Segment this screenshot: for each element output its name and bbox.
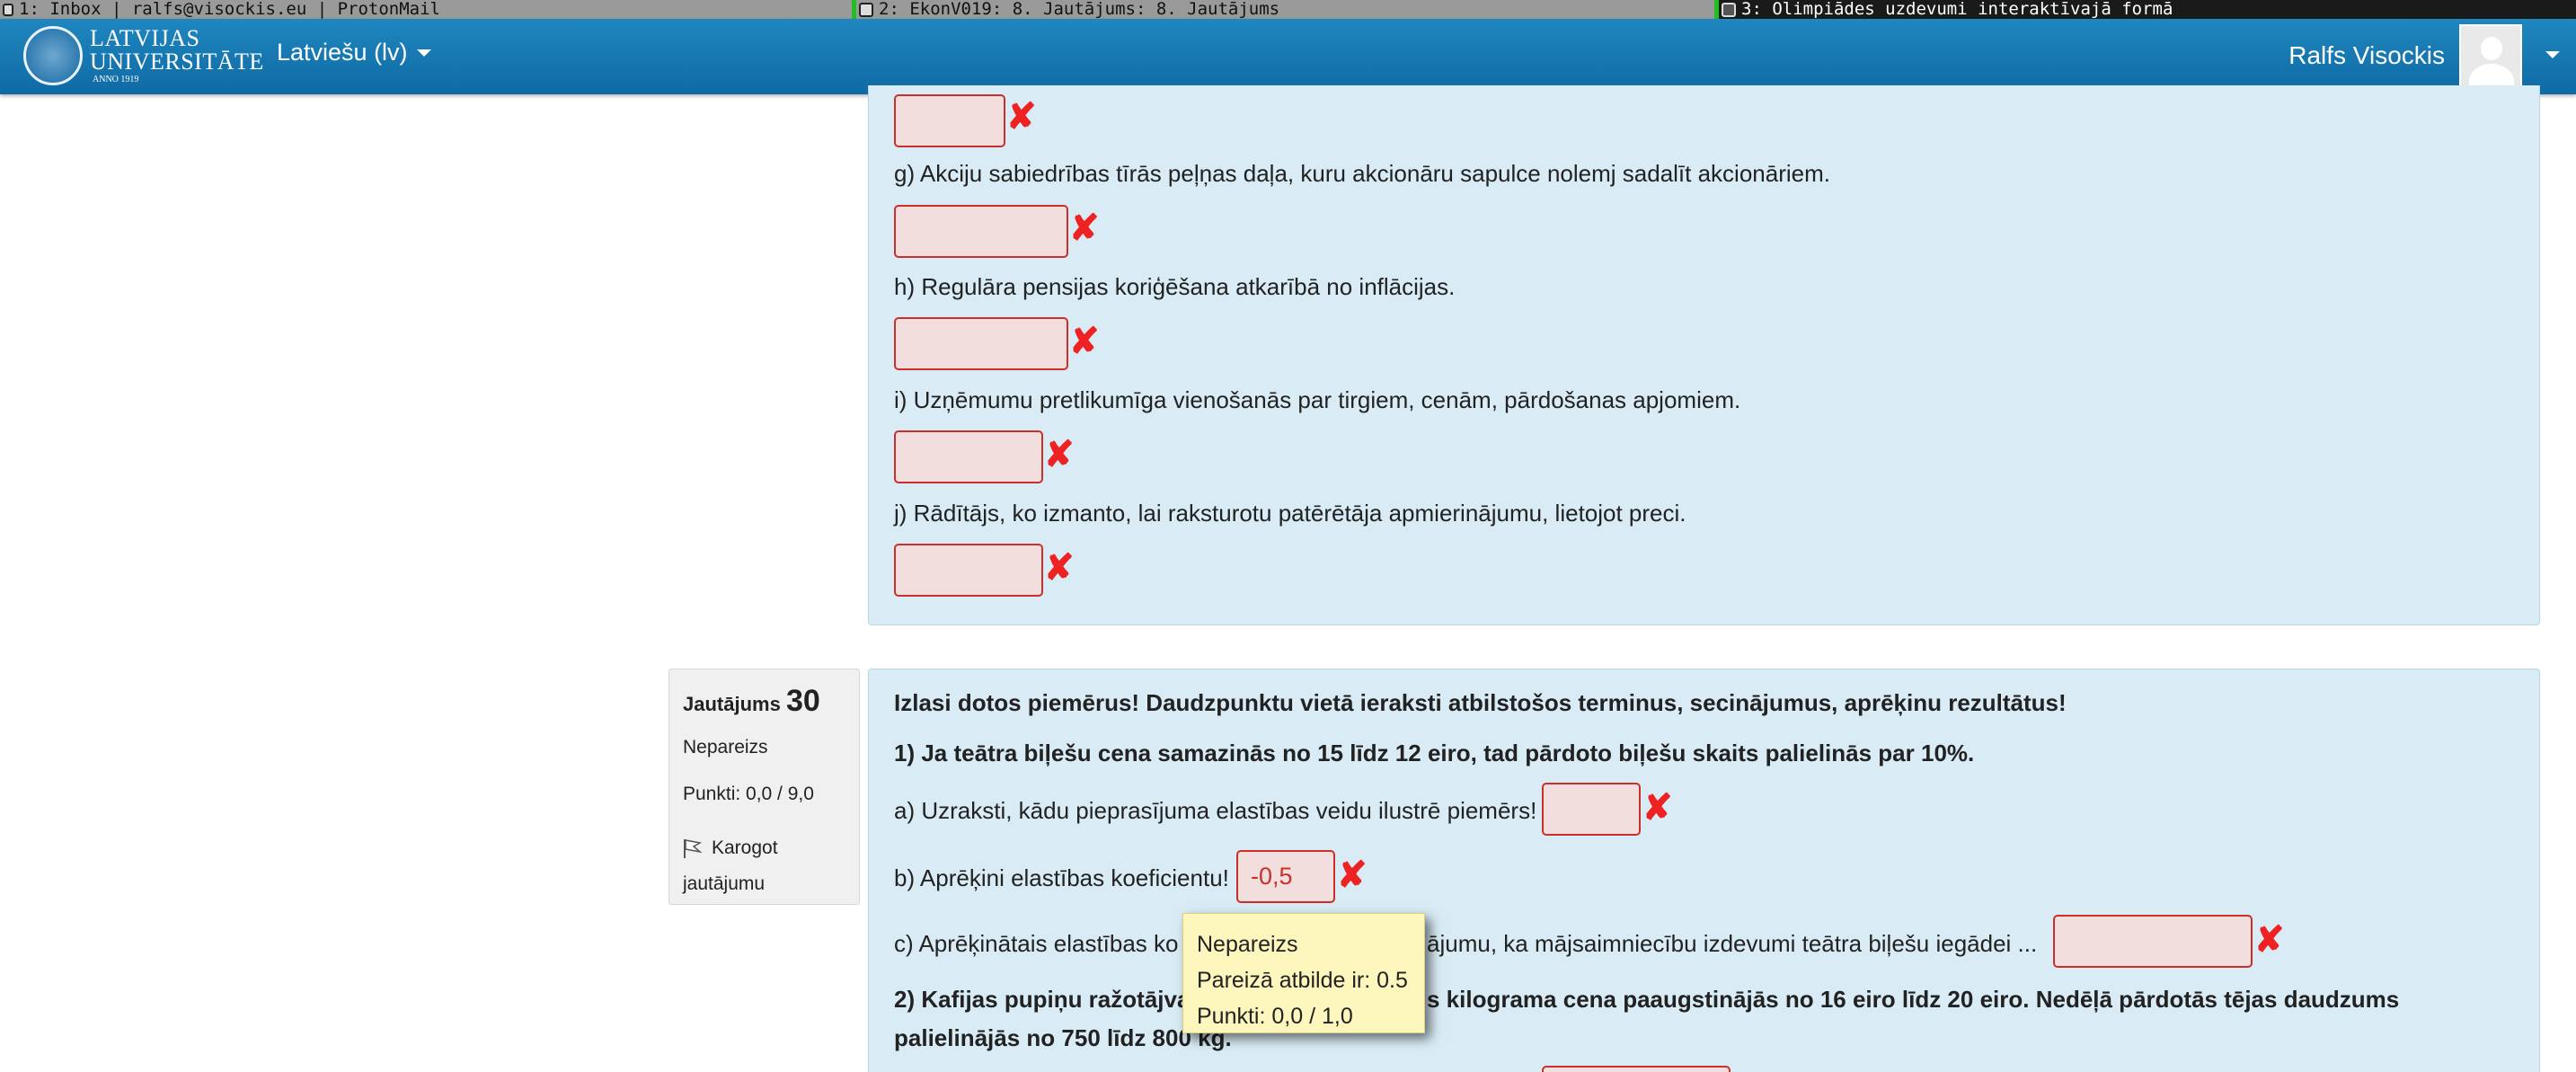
chevron-down-icon [416,49,431,57]
question-item-b: b) Aprēķini elastības koeficientu! [894,864,1229,891]
answer-input-f[interactable] [894,94,1005,147]
answer-input-c[interactable] [2053,915,2253,968]
tab-indicator [1714,0,1719,19]
window-tab-bar: 1: Inbox | ralfs@visockis.eu | ProtonMai… [0,0,2576,19]
question-item-c-start: c) Aprēķinātais elastības ko [894,930,1179,957]
window-tab-label: 2: EkonV019: 8. Jautājums: 8. Jautājums [879,0,1280,19]
incorrect-x-icon: ✘ [2254,920,2285,960]
question-item-g: g) Akciju sabiedrības tīrās peļņas daļa,… [894,160,1830,187]
window-tab-ekon[interactable]: 2: EkonV019: 8. Jautājums: 8. Jautājums [852,0,1279,19]
answer-input-h[interactable] [894,317,1068,370]
question-item-j: j) Rādītājs, ko izmanto, lai raksturotu … [894,500,1686,527]
tooltip-state: Nepareizs [1197,932,1298,957]
user-name: Ralfs Visockis [2288,41,2445,69]
answer-input-j[interactable] [894,544,1043,597]
question-number: Jautājums 30 [683,684,845,719]
language-label: Latviešu (lv) [277,39,408,66]
incorrect-x-icon: ✘ [1069,208,1100,248]
question-item-c-end: ājumu, ka mājsaimniecību izdevumi teātra… [1427,930,2038,957]
window-tab-label: 1: Inbox | ralfs@visockis.eu | ProtonMai… [19,0,440,19]
university-seal-icon [23,26,83,85]
browser-icon [859,2,873,17]
question-item-h: h) Regulāra pensijas koriģēšana atkarībā… [894,273,1456,300]
question-part2-end: s kilograma cena paaugstinājās no 16 eir… [1427,986,2400,1013]
incorrect-x-icon: ✘ [1069,322,1100,361]
question-number-value: 30 [785,684,820,718]
navbar: LATVIJAS UNIVERSITĀTE ANNO 1919 Latviešu… [0,19,2576,94]
question-part2-start: 2) Kafijas pupiņu ražotājva [894,986,1191,1013]
incorrect-x-icon: ✘ [1337,855,1368,895]
tooltip-correct-answer: Pareizā atbilde ir: 0.5 [1197,968,1408,993]
question-part1: 1) Ja teātra biļešu cena samazinās no 15… [894,740,1975,766]
question-info: Jautājums 30 Nepareizs Punkti: 0,0 / 9,0… [668,669,860,905]
question-grade: Punkti: 0,0 / 9,0 [683,784,814,804]
logo-line2: UNIVERSITĀTE [90,49,264,75]
question-item-i: i) Uzņēmumu pretlikumīga vienošanās par … [894,386,1741,413]
question-item-a: a) Uzraksti, kādu pieprasījuma elastības… [894,797,1537,824]
answer-input-a[interactable] [1542,783,1641,836]
chevron-down-icon [2545,51,2560,58]
question-label: Jautājums [683,693,781,715]
language-menu[interactable]: Latviešu (lv) [277,39,431,66]
feedback-tooltip: Nepareizs Pareizā atbilde ir: 0.5 Punkti… [1182,913,1425,1033]
logo-line3: ANNO 1919 [93,75,139,84]
user-menu[interactable]: Ralfs Visockis [2288,24,2560,87]
lock-icon [3,3,13,16]
logo-line1: LATVIJAS [90,25,200,51]
avatar [2459,24,2522,87]
answer-input-part2[interactable] [1542,1066,1731,1072]
browser-icon [1722,2,1736,17]
flag-icon [684,839,703,859]
answer-input-g[interactable] [894,205,1068,258]
question-intro: Izlasi dotos piemērus! Daudzpunktu vietā… [894,689,2067,716]
question-part2-line2: palielinājās no 750 līdz 800 kg. [894,1024,1232,1051]
incorrect-x-icon: ✘ [1044,435,1075,474]
incorrect-x-icon: ✘ [1642,788,1673,828]
incorrect-x-icon: ✘ [1044,548,1075,588]
window-tab-label: 3: Olimpiādes uzdevumi interaktīvajā for… [1741,0,2173,19]
window-tab-olimpiades[interactable]: 3: Olimpiādes uzdevumi interaktīvajā for… [1714,0,2576,19]
question-state: Nepareizs [683,737,768,757]
answer-input-i[interactable] [894,430,1043,483]
university-logo[interactable]: LATVIJAS UNIVERSITĀTE ANNO 1919 [23,26,264,85]
tab-indicator [852,0,856,19]
tooltip-points: Punkti: 0,0 / 1,0 [1197,1004,1353,1029]
window-tab-inbox[interactable]: 1: Inbox | ralfs@visockis.eu | ProtonMai… [0,0,440,19]
flag-question-button[interactable]: Karogot jautājumu [683,830,845,902]
incorrect-x-icon: ✘ [1006,97,1037,137]
answer-input-b[interactable]: -0,5 [1236,850,1335,903]
